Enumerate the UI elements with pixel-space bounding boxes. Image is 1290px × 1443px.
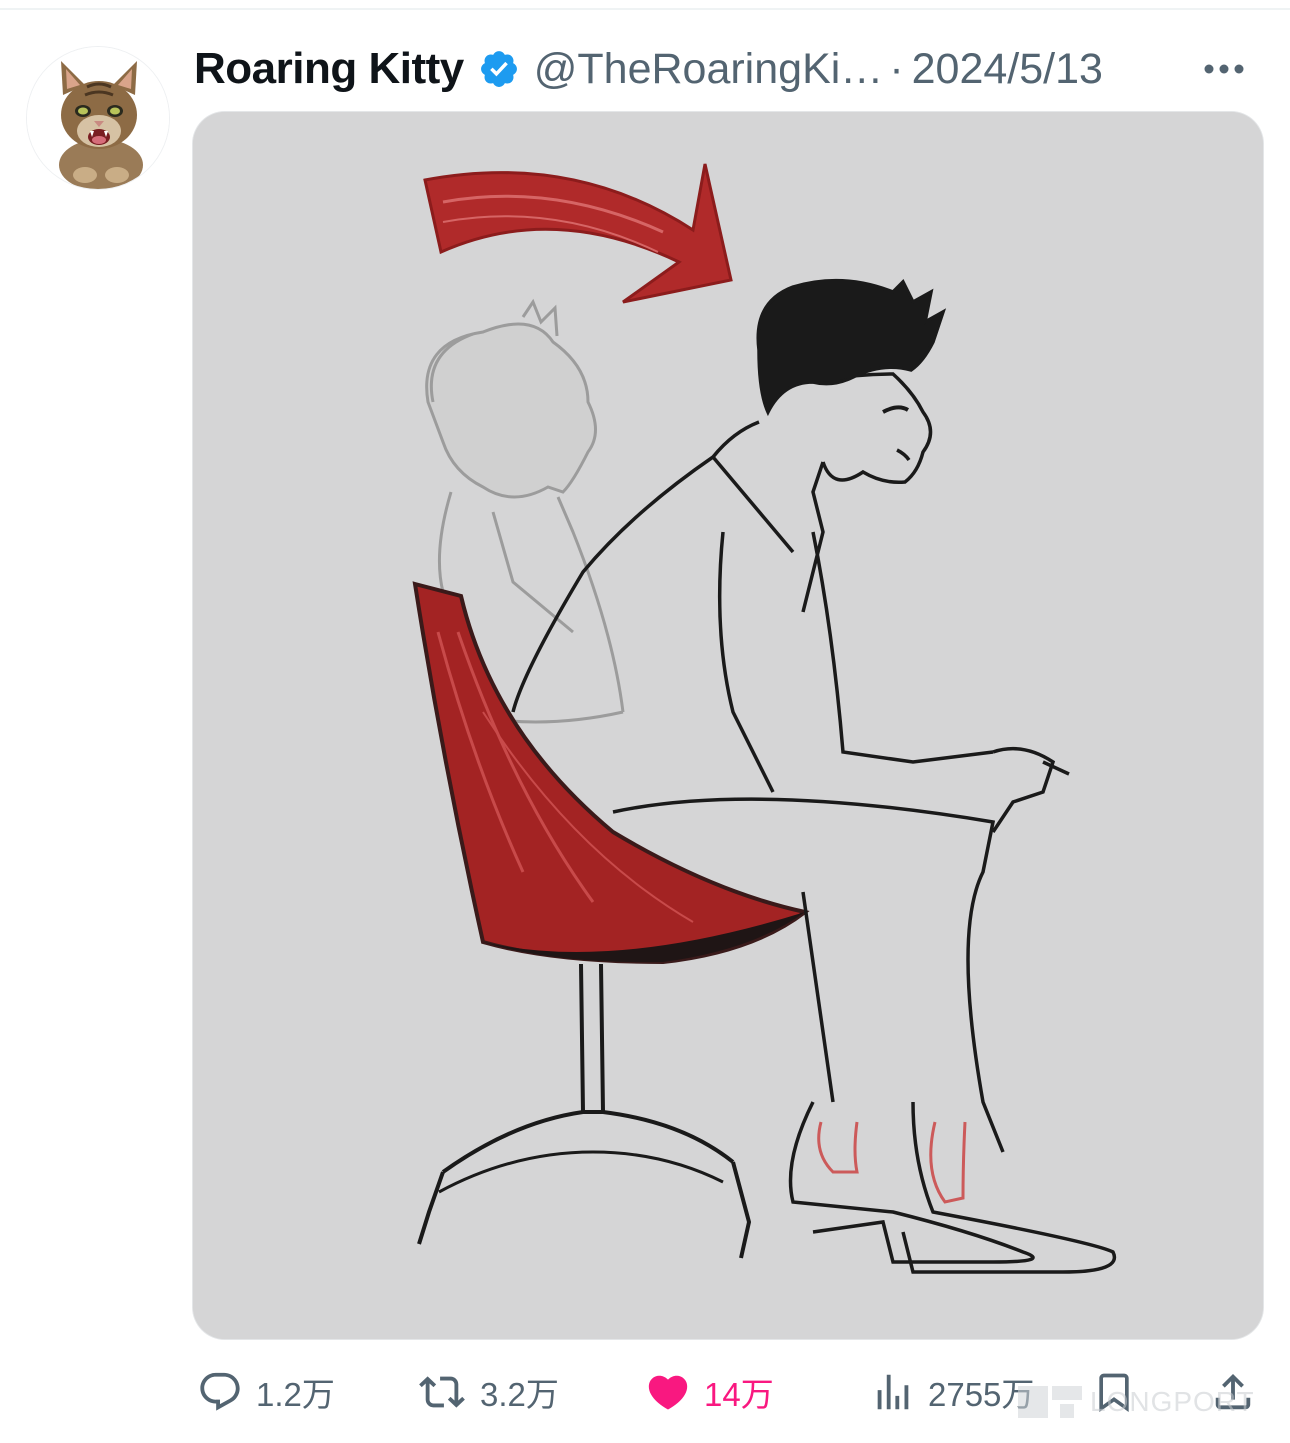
reply-bubble-icon [196, 1369, 244, 1415]
kitten-avatar-icon [27, 47, 169, 189]
reply-button[interactable]: 1.2万 [196, 1360, 335, 1424]
verified-badge-icon[interactable] [478, 48, 520, 90]
like-button[interactable]: 14万 [644, 1360, 774, 1424]
timestamp[interactable]: 2024/5/13 [912, 45, 1103, 94]
retweet-button[interactable]: 3.2万 [416, 1360, 559, 1424]
views-chart-icon [870, 1369, 916, 1415]
cartoon-man-leaning-forward-in-chair-illustration [193, 112, 1263, 1339]
display-name[interactable]: Roaring Kitty [194, 44, 464, 94]
views-button[interactable]: 2755万 [870, 1360, 1034, 1424]
reply-count: 1.2万 [256, 1376, 335, 1413]
retweet-count: 3.2万 [480, 1376, 559, 1413]
longport-watermark: LONGPORT [1018, 1378, 1280, 1426]
avatar[interactable] [27, 47, 169, 189]
heart-icon [644, 1369, 692, 1415]
longport-logo-icon [1018, 1386, 1082, 1418]
user-handle[interactable]: @TheRoaringKi… [534, 45, 884, 94]
tweet-media-image[interactable] [193, 112, 1263, 1339]
separator-dot: · [889, 44, 904, 93]
tweet-header: Roaring Kitty @TheRoaringKi… · 2024/5/13 [194, 38, 1274, 100]
like-count: 14万 [704, 1376, 774, 1413]
retweet-icon [416, 1369, 468, 1415]
watermark-text: LONGPORT [1090, 1386, 1255, 1417]
top-divider [0, 8, 1290, 10]
more-horizontal-icon[interactable] [1200, 52, 1248, 86]
